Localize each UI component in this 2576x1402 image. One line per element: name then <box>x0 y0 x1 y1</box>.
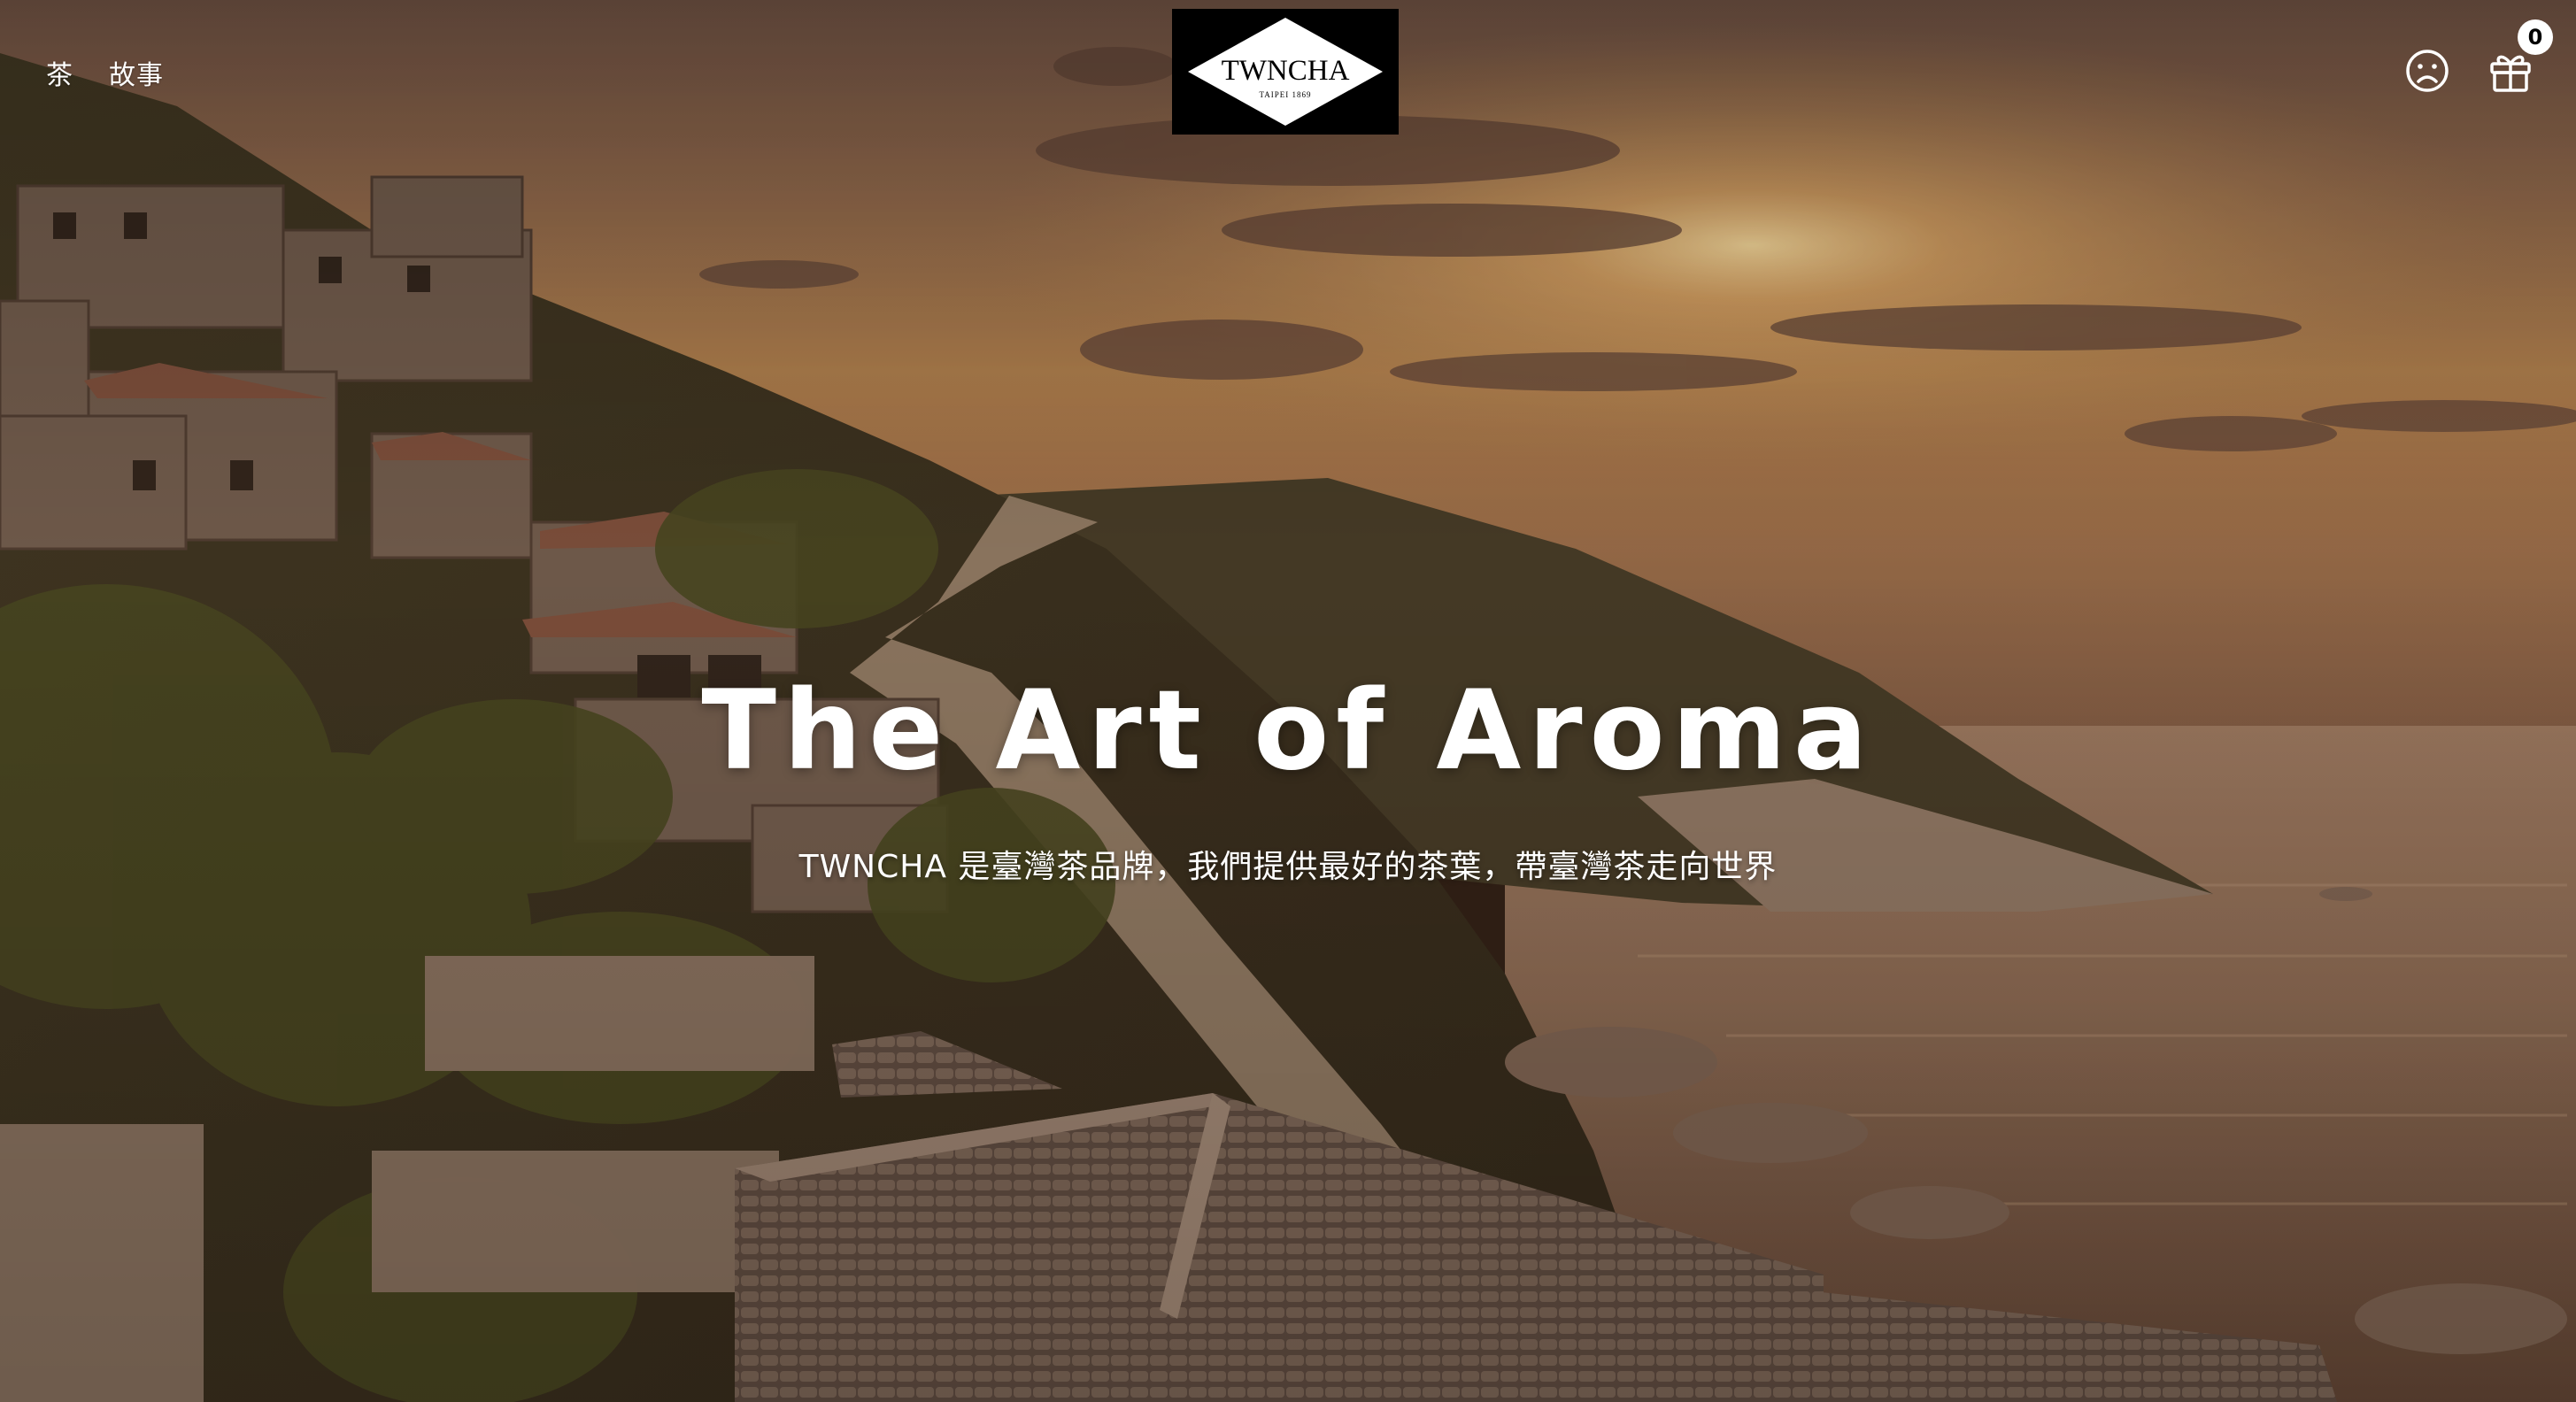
logo-brand-text: TWNCHA <box>1222 55 1350 87</box>
primary-nav: 茶 故事 <box>46 53 164 92</box>
account-button[interactable] <box>2402 46 2452 96</box>
cart-count-badge: 0 <box>2518 19 2553 55</box>
nav-link-story[interactable]: 故事 <box>109 53 164 92</box>
hero-title: The Art of Aroma <box>701 667 1875 795</box>
logo-tagline-text: TAIPEI 1869 <box>1259 90 1311 99</box>
nav-link-tea[interactable]: 茶 <box>46 53 73 92</box>
frown-face-icon <box>2406 50 2449 92</box>
hero-subtitle: TWNCHA 是臺灣茶品牌，我們提供最好的茶葉，帶臺灣茶走向世界 <box>798 849 1778 885</box>
hero-section: 茶 故事 TWNCHA TAIPEI 1869 0 The Art of Aro… <box>0 0 2576 1402</box>
cart-button[interactable]: 0 <box>2486 19 2553 96</box>
brand-logo[interactable]: TWNCHA TAIPEI 1869 <box>1172 9 1399 135</box>
utility-nav: 0 <box>2402 19 2553 96</box>
